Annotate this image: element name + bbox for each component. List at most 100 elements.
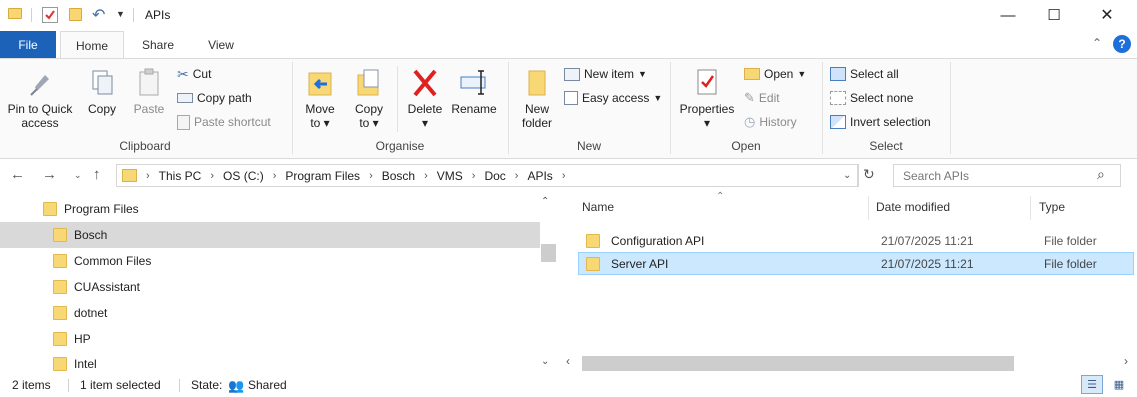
divider xyxy=(670,62,671,154)
edit-icon: ✎ xyxy=(744,90,755,105)
easy-access-button[interactable]: Easy access ▼ xyxy=(564,88,662,108)
breadcrumb-vms[interactable]: VMS xyxy=(437,169,463,183)
breadcrumb-this-pc[interactable]: This PC xyxy=(159,169,202,183)
invert-selection-button[interactable]: Invert selection xyxy=(830,112,931,132)
group-label-select: Select xyxy=(869,139,903,153)
tree-item-common-files[interactable]: Common Files xyxy=(0,248,540,274)
recent-locations-icon[interactable]: ⌄ xyxy=(74,170,82,181)
tab-share[interactable]: Share xyxy=(132,31,184,58)
tree-scrollbar-thumb[interactable] xyxy=(541,244,556,262)
folder-icon xyxy=(53,280,67,294)
rename-button[interactable]: Rename xyxy=(450,67,498,116)
maximize-button[interactable]: ☐ xyxy=(1031,0,1077,30)
search-box[interactable]: Search APIs xyxy=(893,164,1121,187)
delete-button[interactable]: Delete ▾ xyxy=(404,67,446,130)
properties-quick-icon[interactable] xyxy=(42,7,58,23)
minimize-button[interactable]: — xyxy=(985,0,1031,30)
folder-icon xyxy=(43,202,57,216)
large-icons-view-icon[interactable]: ▦ xyxy=(1108,375,1130,394)
shared-users-icon: 👥 xyxy=(228,378,245,393)
history-label: History xyxy=(759,115,797,129)
breadcrumb-os-c[interactable]: OS (C:) xyxy=(223,169,264,183)
new-folder-button[interactable]: New folder xyxy=(516,67,558,130)
breadcrumb-program-files[interactable]: Program Files xyxy=(285,169,360,183)
divider xyxy=(31,8,32,22)
tab-file[interactable]: File xyxy=(0,31,56,58)
tree-item-intel[interactable]: Intel xyxy=(0,352,540,376)
up-button[interactable]: ↑ xyxy=(93,166,101,183)
search-input[interactable]: Search APIs xyxy=(903,169,969,183)
history-button[interactable]: ◷ History xyxy=(744,112,797,132)
scroll-down-icon[interactable]: ⌄ xyxy=(541,356,549,367)
move-to-icon xyxy=(308,72,332,96)
new-folder-label: New xyxy=(524,102,549,116)
new-folder-label-2: folder xyxy=(521,116,553,130)
file-row-selected[interactable]: Server API 21/07/2025 11:21 File folder xyxy=(578,252,1134,275)
undo-icon[interactable]: ↶ xyxy=(92,5,105,25)
cut-label: Cut xyxy=(192,67,212,81)
tree-item-hp[interactable]: HP xyxy=(0,326,540,352)
select-none-icon xyxy=(830,91,846,105)
address-bar[interactable]: › This PC › OS (C:) › Program Files › Bo… xyxy=(116,164,858,187)
cut-button[interactable]: ✂ Cut xyxy=(177,64,211,84)
copy-path-label: Copy path xyxy=(197,91,252,105)
select-none-label: Select none xyxy=(850,91,914,105)
divider xyxy=(868,196,869,220)
divider xyxy=(397,66,398,132)
sort-ascending-icon: ⌃ xyxy=(716,191,725,202)
tree-item-program-files[interactable]: Program Files xyxy=(0,196,540,222)
breadcrumb-apis[interactable]: APIs xyxy=(527,169,552,183)
select-all-button[interactable]: Select all xyxy=(830,64,899,84)
move-to-button[interactable]: Move to ▾ xyxy=(300,67,340,130)
scroll-left-icon[interactable]: ‹ xyxy=(566,354,570,368)
column-header-type[interactable]: Type xyxy=(1039,200,1065,214)
copy-path-button[interactable]: Copy path xyxy=(177,88,252,108)
file-type: File folder xyxy=(1044,233,1097,248)
column-header-date-modified[interactable]: Date modified xyxy=(876,200,950,214)
tab-home[interactable]: Home xyxy=(60,31,124,59)
new-folder-quick-icon[interactable] xyxy=(69,8,82,21)
horizontal-scrollbar-thumb[interactable] xyxy=(582,356,1014,371)
rename-icon xyxy=(460,70,486,95)
collapse-ribbon-icon[interactable]: ⌃ xyxy=(1092,36,1102,50)
customize-quick-access-icon[interactable]: ▼ xyxy=(116,9,125,19)
pin-label-2: access xyxy=(21,116,59,130)
scroll-up-icon[interactable]: ⌃ xyxy=(541,196,549,207)
back-button[interactable]: ← xyxy=(10,166,25,183)
column-header-name[interactable]: Name xyxy=(582,200,614,214)
refresh-icon[interactable]: ↻ xyxy=(863,166,875,183)
close-button[interactable]: ✕ xyxy=(1084,0,1130,30)
copy-label: Copy xyxy=(87,102,116,116)
scroll-right-icon[interactable]: › xyxy=(1124,354,1128,368)
help-icon[interactable]: ? xyxy=(1113,35,1131,53)
copy-to-button[interactable]: Copy to ▾ xyxy=(349,67,389,130)
edit-button[interactable]: ✎ Edit xyxy=(744,88,780,108)
delete-label: Delete xyxy=(407,102,443,116)
address-history-icon[interactable]: ⌄ xyxy=(843,170,851,181)
file-row[interactable]: Configuration API 21/07/2025 11:21 File … xyxy=(578,229,1134,252)
breadcrumb-bosch[interactable]: Bosch xyxy=(382,169,415,183)
properties-button[interactable]: Properties ▾ xyxy=(676,67,738,130)
group-label-new: New xyxy=(576,139,601,153)
tree-item-cuassistant[interactable]: CUAssistant xyxy=(0,274,540,300)
new-item-button[interactable]: New item ▼ xyxy=(564,64,647,84)
tree-item-label: CUAssistant xyxy=(74,280,141,294)
forward-button[interactable]: → xyxy=(42,166,57,183)
open-button[interactable]: Open ▼ xyxy=(744,64,806,84)
tree-item-dotnet[interactable]: dotnet xyxy=(0,300,540,326)
tree-item-bosch[interactable]: Bosch xyxy=(0,222,540,248)
folder-icon xyxy=(53,228,67,242)
paste-button[interactable]: Paste xyxy=(130,67,168,116)
tree-item-label: Common Files xyxy=(74,254,152,268)
new-folder-icon xyxy=(528,70,546,96)
pin-to-quick-access-button[interactable]: Pin to Quick access xyxy=(4,67,76,130)
open-label: Open xyxy=(764,67,794,81)
details-view-icon[interactable]: ☰ xyxy=(1081,375,1103,394)
select-none-button[interactable]: Select none xyxy=(830,88,913,108)
paste-icon xyxy=(139,68,159,96)
copy-button[interactable]: Copy xyxy=(84,67,120,116)
paste-shortcut-button[interactable]: Paste shortcut xyxy=(177,112,271,132)
divider xyxy=(858,164,859,187)
tab-view[interactable]: View xyxy=(196,31,246,58)
breadcrumb-doc[interactable]: Doc xyxy=(484,169,505,183)
